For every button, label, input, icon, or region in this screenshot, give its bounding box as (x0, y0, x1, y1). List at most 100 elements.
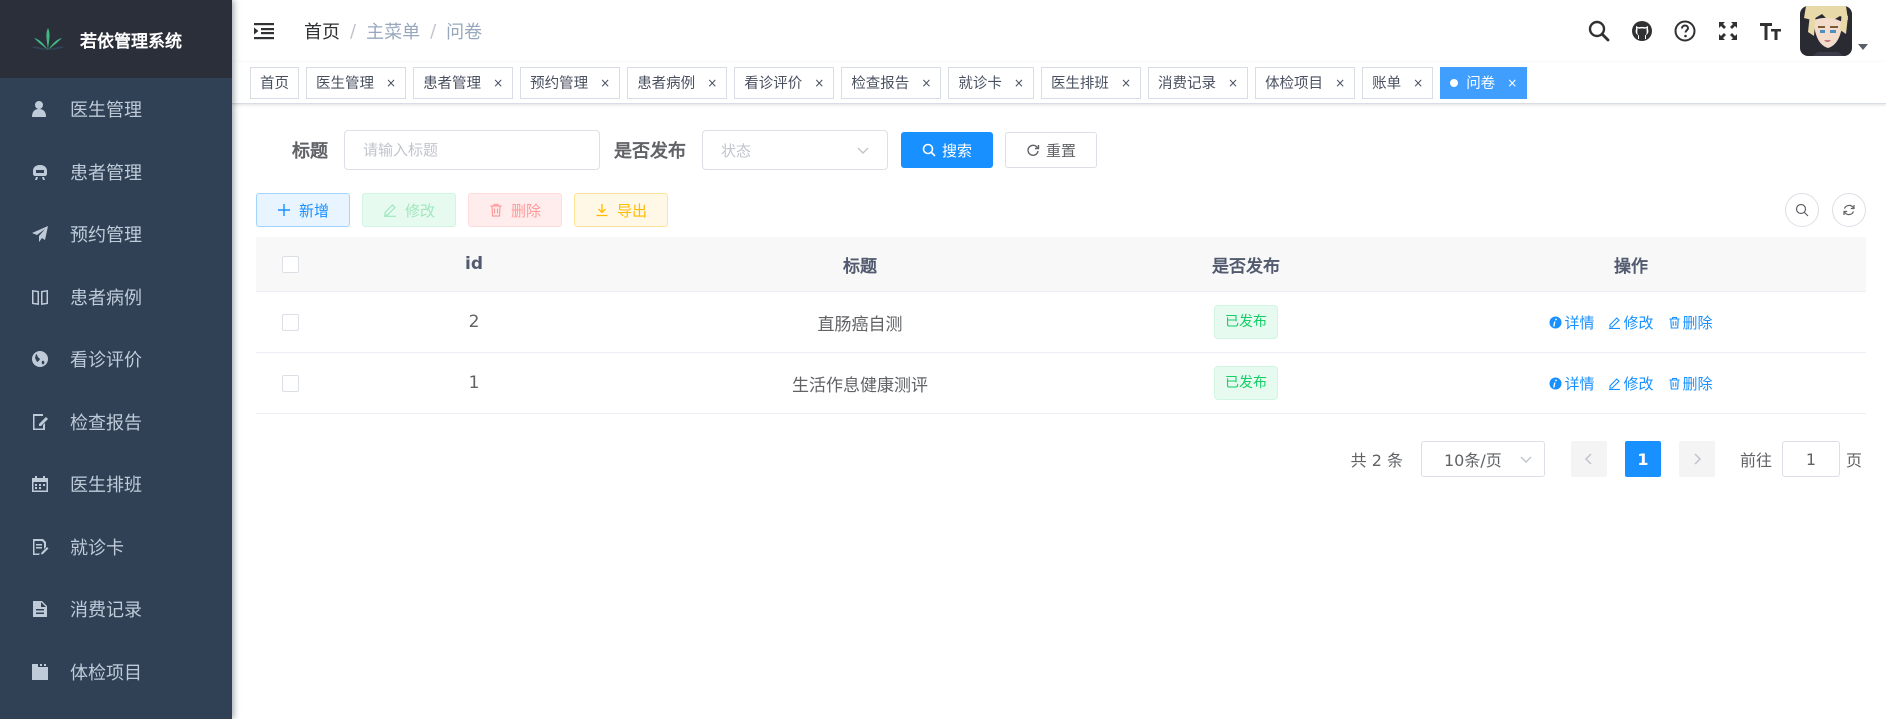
font-size-icon[interactable] (1758, 18, 1784, 44)
edit-link[interactable]: 修改 (1608, 373, 1654, 394)
sidebar-item-appointment[interactable]: 预约管理 (0, 203, 232, 266)
next-page-button[interactable] (1678, 441, 1715, 477)
row-checkbox[interactable] (281, 374, 299, 392)
logo[interactable]: 若依管理系统 (0, 0, 232, 78)
hamburger-icon[interactable] (252, 19, 276, 43)
globe-icon (30, 349, 50, 369)
close-icon[interactable]: × (1121, 76, 1131, 90)
close-icon[interactable]: × (493, 76, 503, 90)
tag-item[interactable]: 就诊卡 × (948, 66, 1034, 99)
edit-link-label: 修改 (1623, 313, 1654, 332)
sidebar-item-consumption[interactable]: 消费记录 (0, 578, 232, 641)
tag-item[interactable]: 预约管理 × (520, 66, 621, 99)
sidebar-item-exam[interactable]: 体检项目 (0, 641, 232, 704)
delete-link[interactable]: 删除 (1668, 312, 1713, 333)
close-icon[interactable]: × (386, 76, 396, 90)
close-icon[interactable]: × (814, 76, 824, 90)
folder-icon (30, 662, 50, 682)
edit-button-label: 修改 (405, 201, 436, 220)
help-icon[interactable] (1672, 18, 1698, 44)
search-button-label: 搜索 (942, 141, 973, 160)
sidebar-item-label: 检查报告 (70, 412, 142, 434)
reset-button-label: 重置 (1046, 141, 1077, 160)
select-all-checkbox[interactable] (281, 255, 299, 273)
close-icon[interactable]: × (707, 76, 717, 90)
pagination: 共 2 条 10条/页 1 前往 页 (1351, 441, 1862, 477)
tag-item[interactable]: 账单 × (1362, 66, 1434, 99)
active-dot-icon (1450, 78, 1459, 87)
goto-page-input[interactable] (1781, 441, 1840, 477)
refresh-table-button[interactable] (1832, 193, 1866, 227)
sidebar-item-patient[interactable]: 患者管理 (0, 141, 232, 204)
breadcrumb-home[interactable]: 首页 (304, 18, 340, 44)
tag-item[interactable]: 患者管理 × (413, 66, 514, 99)
close-icon[interactable]: × (1014, 76, 1024, 90)
page-number-current[interactable]: 1 (1624, 441, 1661, 477)
tag-item[interactable]: 体检项目 × (1255, 66, 1356, 99)
sidebar-item-evaluation[interactable]: 看诊评价 (0, 328, 232, 391)
tag-item[interactable]: 医生管理 × (306, 66, 407, 99)
breadcrumb-current: 问卷 (446, 22, 483, 43)
close-icon[interactable]: × (1228, 76, 1238, 90)
row-title: 直肠癌自测 (817, 314, 903, 335)
add-button[interactable]: 新增 (256, 193, 351, 227)
toggle-search-button[interactable] (1785, 193, 1819, 227)
sidebar-item-card[interactable]: 就诊卡 (0, 516, 232, 579)
sidebar-item-report[interactable]: 检查报告 (0, 391, 232, 454)
tag-item[interactable]: 检查报告 × (841, 66, 942, 99)
prev-page-button[interactable] (1570, 441, 1607, 477)
edit-doc-icon (30, 412, 50, 432)
close-icon[interactable]: × (600, 76, 610, 90)
info-icon (1549, 377, 1562, 389)
sidebar-item-label: 就诊卡 (70, 537, 124, 559)
trash-icon (1669, 316, 1679, 329)
tag-active[interactable]: 问卷 × (1440, 66, 1528, 99)
sidebar-item-label: 预约管理 (70, 225, 142, 247)
sidebar-item-case[interactable]: 患者病例 (0, 266, 232, 329)
tag-item[interactable]: 患者病例 × (627, 66, 728, 99)
sidebar-item-schedule[interactable]: 医生排班 (0, 453, 232, 516)
page-size-select[interactable]: 10条/页 (1420, 441, 1545, 477)
delete-button[interactable]: 删除 (468, 193, 563, 227)
reset-button[interactable]: 重置 (1005, 132, 1098, 168)
page-size-value: 10条/页 (1443, 451, 1502, 470)
row-status-cell: 已发布 (1096, 366, 1396, 400)
close-icon[interactable]: × (1507, 76, 1517, 90)
delete-link[interactable]: 删除 (1668, 373, 1713, 394)
row-status-cell: 已发布 (1096, 305, 1396, 339)
sidebar: 若依管理系统 医生管理 患者管理 预约管理 患者病例 看诊评价 检查报告 医生排… (0, 0, 232, 719)
row-actions: 详情 修改 删除 (1396, 373, 1866, 394)
github-icon[interactable] (1629, 18, 1655, 44)
tag-item[interactable]: 看诊评价 × (734, 66, 835, 99)
delete-button-label: 删除 (511, 201, 542, 220)
sidebar-item-doctor[interactable]: 医生管理 (0, 78, 232, 141)
edit-icon (1609, 377, 1621, 390)
breadcrumb: 首页 / 主菜单 / 问卷 (304, 18, 482, 44)
detail-link[interactable]: 详情 (1549, 312, 1594, 333)
title-search-input[interactable] (344, 130, 600, 170)
close-icon[interactable]: × (1413, 76, 1423, 90)
search-button[interactable]: 搜索 (901, 132, 994, 168)
refresh-icon (1027, 144, 1040, 156)
chevron-down-icon (1520, 456, 1532, 463)
search-form: 标题 是否发布 状态 搜索 重置 (292, 130, 1098, 170)
search-icon[interactable] (1586, 18, 1612, 44)
edit-link[interactable]: 修改 (1608, 312, 1654, 333)
delete-link-label: 删除 (1682, 374, 1713, 393)
tag-item[interactable]: 消费记录 × (1148, 66, 1249, 99)
edit-button[interactable]: 修改 (362, 193, 457, 227)
row-checkbox[interactable] (281, 313, 299, 331)
export-button[interactable]: 导出 (574, 193, 669, 227)
user-dropdown[interactable] (1800, 6, 1868, 56)
publish-status-select[interactable]: 状态 (702, 130, 888, 170)
column-header-id: id (465, 254, 483, 274)
close-icon[interactable]: × (1335, 76, 1345, 90)
fullscreen-icon[interactable] (1715, 18, 1741, 44)
title-label: 标题 (292, 141, 328, 162)
close-icon[interactable]: × (921, 76, 931, 90)
tag-item[interactable]: 首页 (250, 66, 299, 99)
tag-label: 患者病例 (637, 76, 696, 92)
tag-item[interactable]: 医生排班 × (1040, 66, 1141, 99)
trash-icon (490, 203, 502, 217)
detail-link[interactable]: 详情 (1549, 373, 1594, 394)
